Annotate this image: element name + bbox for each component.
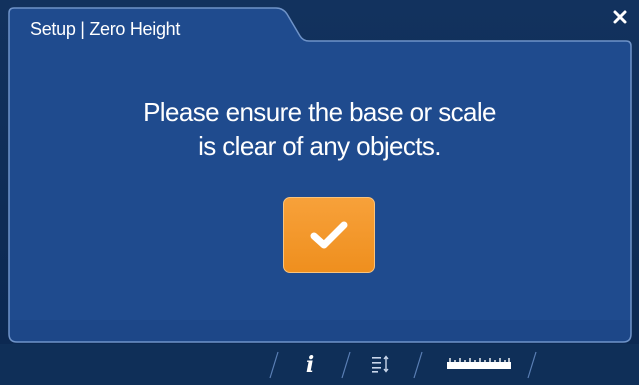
- sort-list-icon[interactable]: [370, 354, 392, 374]
- screen-background: Setup | Zero Height Please ensure the ba…: [0, 0, 639, 385]
- dialog-panel: [8, 7, 632, 343]
- close-icon: [613, 10, 627, 24]
- ruler-icon[interactable]: [446, 357, 512, 371]
- checkmark-icon: [310, 221, 348, 249]
- message-line-2: is clear of any objects.: [198, 131, 441, 161]
- info-icon[interactable]: i: [300, 352, 320, 378]
- bottom-navigation-bar: i: [0, 344, 639, 385]
- instruction-message: Please ensure the base or scale is clear…: [0, 95, 639, 163]
- separator: [413, 351, 423, 379]
- separator: [341, 351, 351, 379]
- confirm-button[interactable]: [283, 197, 375, 273]
- message-line-1: Please ensure the base or scale: [143, 97, 496, 127]
- separator: [269, 351, 279, 379]
- separator: [527, 351, 537, 379]
- dialog-title: Setup | Zero Height: [30, 19, 181, 39]
- close-button[interactable]: [609, 6, 631, 28]
